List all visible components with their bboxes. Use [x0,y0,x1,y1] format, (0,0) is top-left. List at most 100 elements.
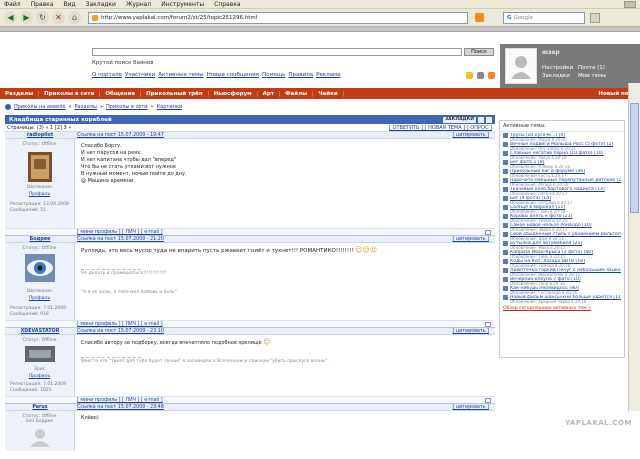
nav-sections[interactable]: Разделы [0,90,40,97]
quote-button[interactable]: [ цитировать ] [453,133,489,138]
menu-view[interactable]: Вид [63,1,75,8]
menu-bookmarks[interactable]: Закладки [86,1,116,8]
menu-help[interactable]: Справка [214,1,240,8]
nav-talk[interactable]: Общение [100,90,142,97]
settings-link[interactable]: Настройки [542,64,573,72]
sidebar-topic-item[interactable]: Бутылка для автомобиля [21] Обновление: М… [500,240,624,250]
sidebar-topic-item[interactable]: Самое новое нельзя Роналдо [10] Обновлени… [500,222,624,232]
post-meta[interactable]: Ссылка на пост 15.07.2009 - 19:47 [75,133,164,138]
sidebar-topic-item[interactable]: Трусы (из кусочк...) [0] Обновление: Маша… [500,132,624,142]
post-meta[interactable]: Ссылка на пост 15.07.2009 - 23:48 [75,405,164,410]
sidebar-topic-item[interactable]: Солнце в мирокол [11] Обновление: Гемн в … [500,204,624,214]
topic-icon [503,241,508,246]
nav-seagulls[interactable]: Чайки [313,90,344,97]
quote-button[interactable]: [ цитировать ] [453,237,489,242]
site-search-button[interactable]: Поиск [464,48,494,56]
settings-icon[interactable] [477,72,484,79]
topic-icon [503,259,508,264]
stop-icon[interactable]: ✕ [52,11,65,24]
post-header: Parus Ссылка на пост 15.07.2009 - 23:48 … [5,404,495,411]
menu-tools[interactable]: Инструменты [161,1,204,8]
nav-pranks[interactable]: Приколы в сети [39,90,101,97]
sidebar-topic-item[interactable]: Каприза Иван-Крыса (2 фото) [40] Обновлен… [500,249,624,259]
signature: Вместо что "тикет для тебя будет лучше" … [81,359,329,364]
sidebar-topic-item[interactable]: Вечные подвиги Малыша Росс (5 фото) [1] О… [500,141,624,151]
sidebar-topic-item[interactable]: Бег фото 1 [8] Обновление: Клёвер в 20:16 [500,159,624,169]
link-new[interactable]: Новые сообщения [207,72,259,78]
user-panel: юзер Настройки Закладки Почта (1) Мои те… [500,44,640,92]
link-about[interactable]: О портале [92,72,122,78]
forward-icon[interactable]: ▶ [20,11,33,24]
scrollbar-thumb[interactable] [630,103,639,213]
menu-edit[interactable]: Правка [31,1,54,8]
username[interactable]: юзер [542,49,560,56]
avatar[interactable] [505,48,537,84]
crumb-home[interactable]: Приколы на аквиле [14,104,65,110]
up-arrow-icon[interactable] [485,321,491,327]
nav-newsforum[interactable]: Ньюсфорум [209,90,258,97]
post-author[interactable]: Parus [5,405,75,410]
profile-link[interactable]: Профиль [5,374,74,379]
active-topics-link[interactable]: Обзор сегодняшних активных тем » [500,303,624,314]
search-go-icon[interactable] [590,12,600,23]
menu-history[interactable]: Журнал [126,1,151,8]
sidebar-topic-item[interactable]: Коровы опять к фото [21] Обновление: 7000… [500,213,624,223]
profile-link[interactable]: Профиль [5,192,74,197]
post-meta[interactable]: Ссылка на пост 15.07.2009 - 23:10 [75,329,164,334]
close-icon[interactable] [486,116,492,123]
topic-actions[interactable]: [ ОТВЕТИТЬ ] [ НОВАЯ ТЕМА ] [ ОПРОС ] [389,125,492,131]
quote-button[interactable]: [ цитировать ] [453,405,489,410]
home-icon[interactable]: ⌂ [68,11,81,24]
google-icon: G [507,14,512,21]
my-topics-link[interactable]: Мои темы [578,72,607,80]
browser-search-input[interactable]: G Google [503,11,585,24]
minimize-icon[interactable] [478,116,484,123]
sidebar-topic-item[interactable]: Вечерние клоуна 7 фото [10] Обновление: Т… [500,276,624,286]
pagination[interactable]: Страницы: (3) « 1 [2] 3 » [7,125,71,131]
sidebar-topic-item[interactable]: Нарочито смешные перепутанные детские [1… [500,177,624,187]
up-arrow-icon[interactable] [485,229,491,235]
link-active[interactable]: Активные темы [158,72,203,78]
site-search-input[interactable] [92,48,462,56]
post-author[interactable]: XDEVASTATOR [5,329,75,334]
crumb-sections[interactable]: Разделы [75,104,97,110]
post-footer-links[interactable]: [ мини профиль ] [ ЛИЧ ] [ е-mail ] [5,230,163,235]
bookmarks-link[interactable]: Закладки [542,72,573,80]
rss-feed-icon[interactable] [488,72,495,79]
post-meta[interactable]: Ссылка на пост 15.07.2009 - 21:20 [75,237,164,242]
link-rules[interactable]: Правила [288,72,313,78]
sidebar-topic-item[interactable]: Лиюптечка гадкий Пичуг с небольшим языко… [500,267,624,277]
sidebar-topic-item[interactable]: Коды на Кот, лазадо ВВТВ [18] Обновление:… [500,258,624,268]
post-footer-links[interactable]: [ мини профиль ] [ ЛИЧ ] [ е-mail ] [5,322,163,327]
crumb-pictures[interactable]: Картинки [157,104,183,110]
sidebar-topic-item[interactable]: Свой обыденный стиль с уважением Вильгел… [500,231,624,241]
profile-link[interactable]: Профиль [5,296,74,301]
link-ads[interactable]: Реклама [316,72,340,78]
scrollbar[interactable] [628,83,640,411]
url-bar[interactable]: http://www.yaplakal.com/forum2/st/25/top… [88,11,468,24]
sidebar-topic-item[interactable]: Новый фильм шансы-кни больше удаётся [11… [500,294,624,304]
mail-link[interactable]: Почта (1) [578,64,607,72]
crumb-pranks[interactable]: Приколы в сети [106,104,148,110]
post-author[interactable]: Бодрее [5,237,75,242]
sidebar-topic-item[interactable]: Славные негатив порно (10 фото) [10] Обно… [500,150,624,160]
sidebar-topic-item[interactable]: Прикольный баг в форуме [36] Обновление: … [500,168,624,178]
post-footer-links[interactable]: [ мини профиль ] [ ЛИЧ ] [ е-mail ] [5,398,163,403]
sidebar-topic-item[interactable]: Ткачёвый хлеб бортового надиуса [13] Обно… [500,186,624,196]
quote-button[interactable]: [ цитировать ] [453,329,489,334]
star-icon[interactable] [466,72,473,79]
bookmarks-button[interactable]: ЗАКЛАДКИ [442,116,476,123]
nav-art[interactable]: Арт [258,90,281,97]
sidebar-topic-item[interactable]: Бег (4 фото) [14] Обновление: Петрова в 2… [500,195,624,205]
link-members[interactable]: Участники [125,72,155,78]
post-author[interactable]: radiopilot [5,133,75,138]
rss-icon[interactable] [475,13,484,22]
menu-file[interactable]: Файл [4,1,21,8]
nav-chatter[interactable]: Прикольный трёп [141,90,209,97]
sidebar-topic-item[interactable]: Как-нибудь перевидось [80] Обновление: Го… [500,285,624,295]
nav-files[interactable]: Файлы [280,90,314,97]
link-help[interactable]: Помощь [262,72,285,78]
up-arrow-icon[interactable] [485,397,491,403]
back-icon[interactable]: ◀ [4,11,17,24]
reload-icon[interactable]: ↻ [36,11,49,24]
